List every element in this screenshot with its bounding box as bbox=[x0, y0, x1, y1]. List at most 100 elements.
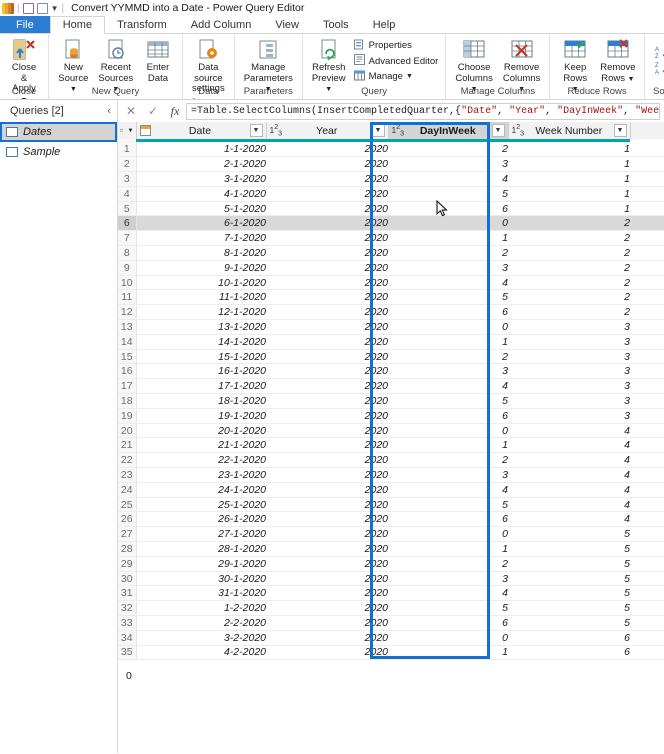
table-row[interactable]: 15 15-1-2020 2020 2 3 bbox=[118, 349, 664, 365]
cell-week-number[interactable]: 4 bbox=[508, 511, 630, 528]
row-number-cell[interactable]: 7 bbox=[118, 230, 137, 247]
cell-dayinweek[interactable]: 2 bbox=[388, 349, 508, 365]
cell-week-number[interactable]: 5 bbox=[508, 600, 630, 616]
cell-dayinweek[interactable]: 0 bbox=[388, 526, 508, 543]
row-number-cell[interactable]: 21 bbox=[118, 437, 137, 454]
cell-year[interactable]: 2020 bbox=[266, 482, 388, 498]
cell-year[interactable]: 2020 bbox=[266, 260, 388, 276]
cell-date[interactable]: 2-1-2020 bbox=[136, 156, 266, 173]
cell-dayinweek[interactable]: 3 bbox=[388, 571, 508, 587]
table-row[interactable]: 22 22-1-2020 2020 2 4 bbox=[118, 452, 664, 469]
table-row[interactable]: 10 10-1-2020 2020 4 2 bbox=[118, 275, 664, 291]
filter-dropdown-icon[interactable]: ▼ bbox=[491, 124, 505, 137]
cell-week-number[interactable]: 2 bbox=[508, 245, 630, 261]
cell-date[interactable]: 14-1-2020 bbox=[136, 334, 266, 350]
corner-caret-icon[interactable]: ▼ bbox=[128, 128, 134, 134]
cell-week-number[interactable]: 6 bbox=[508, 630, 630, 646]
cell-year[interactable]: 2020 bbox=[266, 630, 388, 646]
row-number-cell[interactable]: 34 bbox=[118, 630, 137, 646]
cell-week-number[interactable]: 3 bbox=[508, 378, 630, 395]
row-number-cell[interactable]: 8 bbox=[118, 245, 137, 261]
table-row[interactable]: 28 28-1-2020 2020 1 5 bbox=[118, 541, 664, 557]
table-row[interactable]: 7 7-1-2020 2020 1 2 bbox=[118, 230, 664, 247]
row-number-cell[interactable]: 28 bbox=[118, 541, 137, 557]
row-number-cell[interactable]: 13 bbox=[118, 319, 137, 335]
manage-caret-icon[interactable]: ▼ bbox=[406, 73, 413, 80]
row-number-cell[interactable]: 31 bbox=[118, 585, 137, 602]
row-number-cell[interactable]: 16 bbox=[118, 363, 137, 380]
cell-dayinweek[interactable]: 4 bbox=[388, 378, 508, 395]
cell-date[interactable]: 12-1-2020 bbox=[136, 304, 266, 321]
cell-week-number[interactable]: 3 bbox=[508, 334, 630, 350]
cell-year[interactable]: 2020 bbox=[266, 571, 388, 587]
cell-date[interactable]: 8-1-2020 bbox=[136, 245, 266, 261]
cell-dayinweek[interactable]: 5 bbox=[388, 289, 508, 306]
cell-week-number[interactable]: 5 bbox=[508, 571, 630, 587]
cell-year[interactable]: 2020 bbox=[266, 245, 388, 261]
cell-year[interactable]: 2020 bbox=[266, 615, 388, 631]
table-row[interactable]: 1 1-1-2020 2020 2 1 bbox=[118, 142, 664, 158]
column-header-year[interactable]: 123 Year ▼ bbox=[266, 122, 389, 139]
table-row[interactable]: 6 6-1-2020 2020 0 2 bbox=[118, 215, 664, 232]
cell-year[interactable]: 2020 bbox=[266, 275, 388, 291]
cell-week-number[interactable]: 5 bbox=[508, 585, 630, 602]
cell-dayinweek[interactable]: 1 bbox=[388, 334, 508, 350]
manage-button[interactable]: Manage ▼ bbox=[351, 69, 442, 85]
cell-dayinweek[interactable]: 6 bbox=[388, 304, 508, 321]
formula-accept-icon[interactable]: ✓ bbox=[142, 101, 164, 121]
cell-date[interactable]: 22-1-2020 bbox=[136, 452, 266, 469]
row-number-cell[interactable]: 3 bbox=[118, 171, 137, 187]
cell-date[interactable]: 29-1-2020 bbox=[136, 556, 266, 572]
cell-dayinweek[interactable]: 3 bbox=[388, 363, 508, 380]
cell-year[interactable]: 2020 bbox=[266, 393, 388, 409]
table-row[interactable]: 20 20-1-2020 2020 0 4 bbox=[118, 423, 664, 439]
cell-year[interactable]: 2020 bbox=[266, 526, 388, 543]
table-row[interactable]: 14 14-1-2020 2020 1 3 bbox=[118, 334, 664, 350]
cell-date[interactable]: 5-1-2020 bbox=[136, 201, 266, 217]
cell-year[interactable]: 2020 bbox=[266, 497, 388, 513]
row-number-cell[interactable]: 26 bbox=[118, 511, 137, 528]
cell-week-number[interactable]: 1 bbox=[508, 201, 630, 217]
table-row[interactable]: 5 5-1-2020 2020 6 1 bbox=[118, 201, 664, 217]
cell-date[interactable]: 6-1-2020 bbox=[136, 215, 266, 232]
sort-ascending-button[interactable]: A Z bbox=[651, 46, 664, 62]
cell-week-number[interactable]: 4 bbox=[508, 423, 630, 439]
cell-year[interactable]: 2020 bbox=[266, 423, 388, 439]
row-number-cell[interactable]: 30 bbox=[118, 571, 137, 587]
cell-year[interactable]: 2020 bbox=[266, 319, 388, 335]
table-row[interactable]: 31 31-1-2020 2020 4 5 bbox=[118, 585, 664, 602]
row-number-cell[interactable]: 23 bbox=[118, 467, 137, 483]
cell-year[interactable]: 2020 bbox=[266, 645, 388, 661]
cell-date[interactable]: 16-1-2020 bbox=[136, 363, 266, 380]
cell-week-number[interactable]: 5 bbox=[508, 556, 630, 572]
cell-year[interactable]: 2020 bbox=[266, 156, 388, 173]
enter-data-button[interactable]: Enter Data bbox=[138, 36, 178, 85]
cell-date[interactable]: 20-1-2020 bbox=[136, 423, 266, 439]
cell-date[interactable]: 19-1-2020 bbox=[136, 408, 266, 424]
cell-dayinweek[interactable]: 0 bbox=[388, 630, 508, 646]
cell-week-number[interactable]: 6 bbox=[508, 645, 630, 661]
column-header-week-number[interactable]: 123 Week Number ▼ bbox=[508, 122, 631, 139]
tab-home[interactable]: Home bbox=[49, 16, 106, 34]
cell-dayinweek[interactable]: 2 bbox=[388, 452, 508, 469]
table-row[interactable]: 8 8-1-2020 2020 2 2 bbox=[118, 245, 664, 261]
cell-week-number[interactable]: 3 bbox=[508, 408, 630, 424]
cell-year[interactable]: 2020 bbox=[266, 230, 388, 247]
cell-date[interactable]: 4-1-2020 bbox=[136, 186, 266, 202]
cell-date[interactable]: 10-1-2020 bbox=[136, 275, 266, 291]
row-number-cell[interactable]: 27 bbox=[118, 526, 137, 543]
cell-week-number[interactable]: 4 bbox=[508, 437, 630, 454]
cell-week-number[interactable]: 5 bbox=[508, 541, 630, 557]
row-number-cell[interactable]: 14 bbox=[118, 334, 137, 350]
cell-date[interactable]: 7-1-2020 bbox=[136, 230, 266, 247]
cell-week-number[interactable]: 2 bbox=[508, 260, 630, 276]
row-number-cell[interactable]: 2 bbox=[118, 156, 137, 173]
cell-week-number[interactable]: 2 bbox=[508, 304, 630, 321]
cell-date[interactable]: 2-2-2020 bbox=[136, 615, 266, 631]
cell-year[interactable]: 2020 bbox=[266, 585, 388, 602]
cell-week-number[interactable]: 1 bbox=[508, 171, 630, 187]
tab-add-column[interactable]: Add Column bbox=[179, 16, 264, 33]
cell-week-number[interactable]: 3 bbox=[508, 319, 630, 335]
undo-icon[interactable] bbox=[36, 2, 48, 14]
table-row[interactable]: 33 2-2-2020 2020 6 5 bbox=[118, 615, 664, 631]
